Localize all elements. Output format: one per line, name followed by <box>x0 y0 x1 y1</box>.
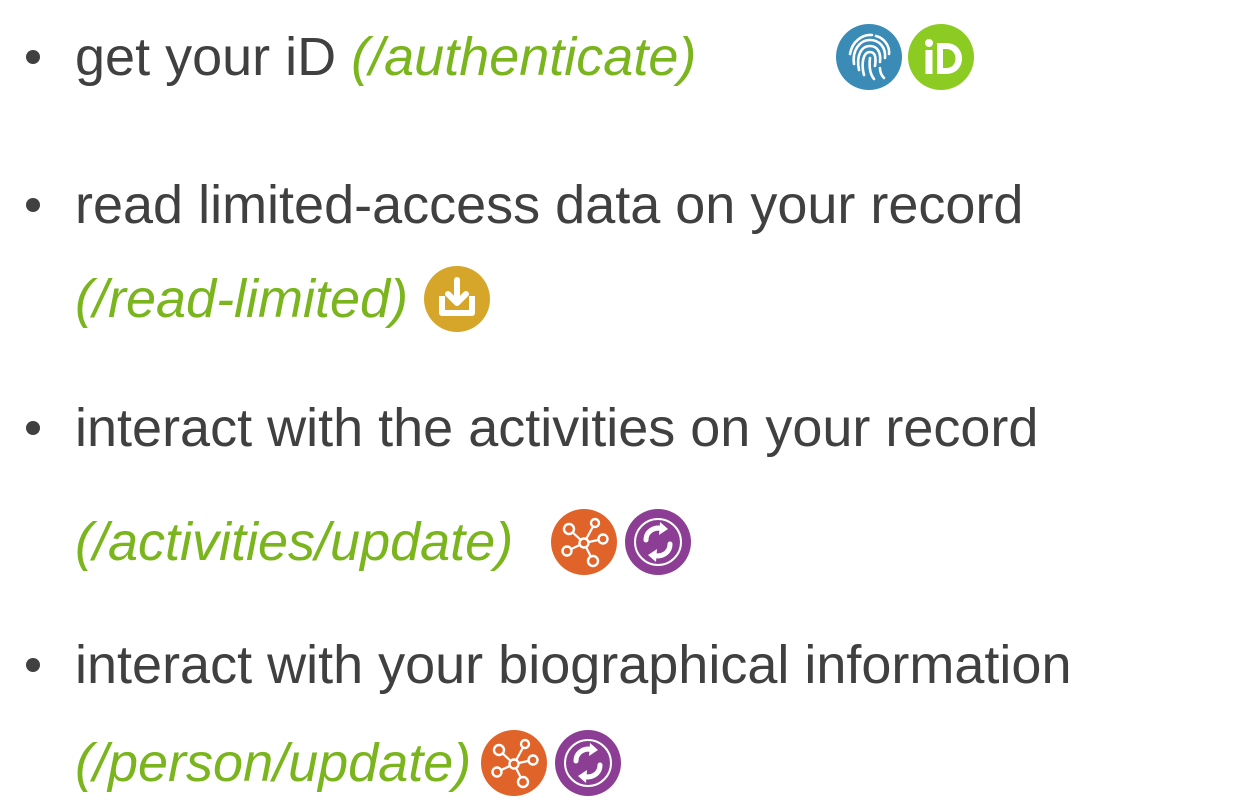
bullet-dot <box>26 421 40 435</box>
bullet-item-authenticate: get your iD (/authenticate) <box>0 12 1243 102</box>
bullet-dot <box>26 658 40 672</box>
bullet-scope-line: (/person/update) <box>0 718 1243 808</box>
scope-label: (/read-limited) <box>75 269 409 329</box>
bullet-scope-line: (/read-limited) <box>0 254 1243 344</box>
orcid-id-icon <box>908 24 974 90</box>
network-icon <box>551 509 618 575</box>
bullet-label: interact with your biographical informat… <box>75 635 1072 695</box>
network-icon <box>481 730 548 796</box>
bullet-label: interact with the activities on your rec… <box>75 398 1039 458</box>
download-icon <box>424 266 491 332</box>
bullet-label: read limited-access data on your record <box>75 175 1024 235</box>
scope-label: (/authenticate) <box>351 27 697 87</box>
bullet-scope-line: (/activities/update) <box>0 497 1243 587</box>
bullet-list: get your iD (/authenticate) read limited… <box>0 0 1243 810</box>
bullet-dot <box>26 198 40 212</box>
bullet-text: get your iD (/authenticate) <box>75 25 696 89</box>
bullet-label: get your iD <box>75 27 337 87</box>
bullet-item-person-update: interact with your biographical informat… <box>0 620 1243 710</box>
refresh-icon <box>625 509 692 575</box>
bullet-dot <box>26 50 40 64</box>
scope-label: (/activities/update) <box>75 512 514 572</box>
refresh-icon <box>555 730 622 796</box>
bullet-item-read-limited: read limited-access data on your record <box>0 160 1243 250</box>
scope-label: (/person/update) <box>75 733 472 793</box>
bullet-item-activities-update: interact with the activities on your rec… <box>0 383 1243 473</box>
fingerprint-icon <box>836 24 902 90</box>
